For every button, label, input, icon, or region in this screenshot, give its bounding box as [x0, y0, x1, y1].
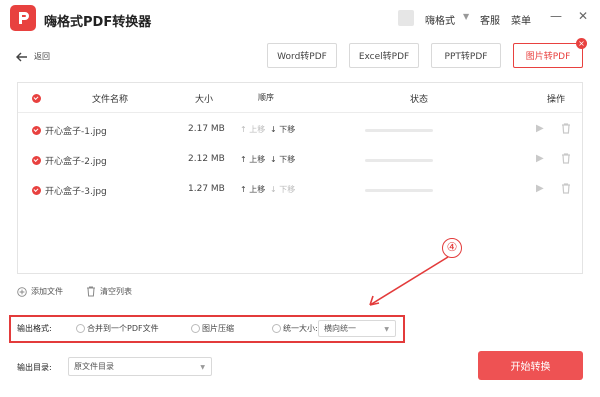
start-convert-button[interactable]: 开始转换 [478, 351, 583, 380]
row-checkbox[interactable] [32, 156, 41, 165]
move-down-label: 下移 [279, 125, 296, 134]
minimize-icon[interactable]: — [550, 9, 562, 23]
annotation-number-badge: ④ [442, 238, 462, 258]
table-row: 开心盒子-3.jpg 1.27 MB ↑ 上移 ↓ 下移 ▶ [18, 175, 582, 205]
play-icon[interactable]: ▶ [536, 153, 544, 164]
unify-size-select[interactable]: 横向统一 ▼ [318, 320, 396, 337]
annotation-arrow [369, 256, 449, 306]
row-checkbox[interactable] [32, 186, 41, 195]
chevron-down-icon: ▼ [384, 325, 389, 333]
menu-link[interactable]: 菜单 [511, 12, 531, 27]
app-logo-icon [10, 5, 36, 31]
header-order: 顺序 [258, 93, 274, 102]
table-row: 开心盒子-1.jpg 2.17 MB ↑ 上移 ↓ 下移 ▶ [18, 115, 582, 145]
header-name: 文件名称 [92, 95, 129, 105]
move-down-button[interactable]: ↓ 下移 [270, 124, 295, 135]
radio-merge-pdf[interactable] [76, 324, 85, 333]
move-up-label: 上移 [249, 155, 266, 164]
tab-word-to-pdf[interactable]: Word转PDF [267, 43, 337, 68]
trash-icon[interactable] [561, 153, 571, 167]
clear-list-label: 清空列表 [100, 287, 132, 296]
trash-icon [87, 286, 95, 297]
arrow-left-icon [16, 52, 27, 61]
file-name: 开心盒子-3.jpg [45, 187, 107, 197]
play-icon[interactable]: ▶ [536, 183, 544, 194]
user-avatar[interactable] [398, 10, 414, 26]
back-label: 返回 [34, 52, 50, 61]
tab-label: Word转PDF [277, 52, 327, 62]
output-dir-label: 输出目录: [17, 363, 52, 372]
move-down-label: 下移 [279, 155, 296, 164]
clear-list-button[interactable]: 清空列表 [86, 286, 132, 297]
radio-unify-size[interactable] [272, 324, 281, 333]
move-up-button[interactable]: ↑ 上移 [240, 124, 265, 135]
header-status: 状态 [410, 95, 429, 105]
user-dropdown-icon[interactable]: ▼ [463, 12, 469, 21]
move-up-button[interactable]: ↑ 上移 [240, 184, 265, 195]
plus-circle-icon [17, 286, 27, 297]
move-up-button[interactable]: ↑ 上移 [240, 154, 265, 165]
move-up-label: 上移 [249, 125, 266, 134]
add-file-label: 添加文件 [31, 287, 63, 296]
move-down-button[interactable]: ↓ 下移 [270, 154, 295, 165]
radio-compress-image[interactable] [191, 324, 200, 333]
output-format-label: 输出格式: [17, 324, 52, 333]
progress-bar [365, 129, 433, 132]
file-name: 开心盒子-1.jpg [45, 127, 107, 137]
file-size: 2.17 MB [188, 124, 225, 134]
file-size: 1.27 MB [188, 184, 225, 194]
file-size: 2.12 MB [188, 154, 225, 164]
tab-ppt-to-pdf[interactable]: PPT转PDF [431, 43, 501, 68]
user-name[interactable]: 嗨格式 [425, 12, 455, 27]
trash-icon[interactable] [561, 183, 571, 197]
radio-unify-size-label[interactable]: 统一大小: [283, 323, 318, 334]
trash-icon[interactable] [561, 123, 571, 137]
move-down-button[interactable]: ↓ 下移 [270, 184, 295, 195]
tab-excel-to-pdf[interactable]: Excel转PDF [349, 43, 419, 68]
table-header: 文件名称 大小 顺序 状态 操作 [18, 83, 582, 113]
output-dir-value: 原文件目录 [74, 362, 114, 371]
move-down-label: 下移 [279, 185, 296, 194]
table-row: 开心盒子-2.jpg 2.12 MB ↑ 上移 ↓ 下移 ▶ [18, 145, 582, 175]
app-title: 嗨格式PDF转换器 [44, 15, 152, 30]
support-link[interactable]: 客服 [480, 12, 500, 27]
output-dir-select[interactable]: 原文件目录 ▼ [68, 357, 212, 376]
select-all-checkbox[interactable] [32, 94, 41, 103]
chevron-down-icon: ▼ [200, 363, 205, 371]
file-table: 文件名称 大小 顺序 状态 操作 开心盒子-1.jpg 2.17 MB ↑ 上移… [17, 82, 583, 274]
play-icon[interactable]: ▶ [536, 123, 544, 134]
add-file-button[interactable]: 添加文件 [17, 286, 63, 297]
unify-size-select-value: 横向统一 [324, 324, 356, 333]
row-checkbox[interactable] [32, 126, 41, 135]
radio-compress-image-label[interactable]: 图片压缩 [202, 323, 234, 334]
header-action: 操作 [547, 95, 566, 105]
tab-label: 图片转PDF [525, 52, 571, 62]
tab-image-to-pdf[interactable]: 图片转PDF × [513, 38, 587, 68]
tab-label: PPT转PDF [444, 52, 488, 62]
title-bar: 嗨格式PDF转换器 嗨格式 ▼ 客服 菜单 — ✕ [0, 0, 600, 36]
radio-merge-pdf-label[interactable]: 合并到一个PDF文件 [87, 323, 159, 334]
progress-bar [365, 159, 433, 162]
move-up-label: 上移 [249, 185, 266, 194]
close-icon[interactable]: ✕ [578, 9, 588, 23]
back-button[interactable]: 返回 [16, 51, 50, 62]
header-size: 大小 [195, 95, 214, 105]
tab-close-icon[interactable]: × [576, 38, 587, 49]
tab-label: Excel转PDF [358, 52, 410, 62]
progress-bar [365, 189, 433, 192]
file-name: 开心盒子-2.jpg [45, 157, 107, 167]
